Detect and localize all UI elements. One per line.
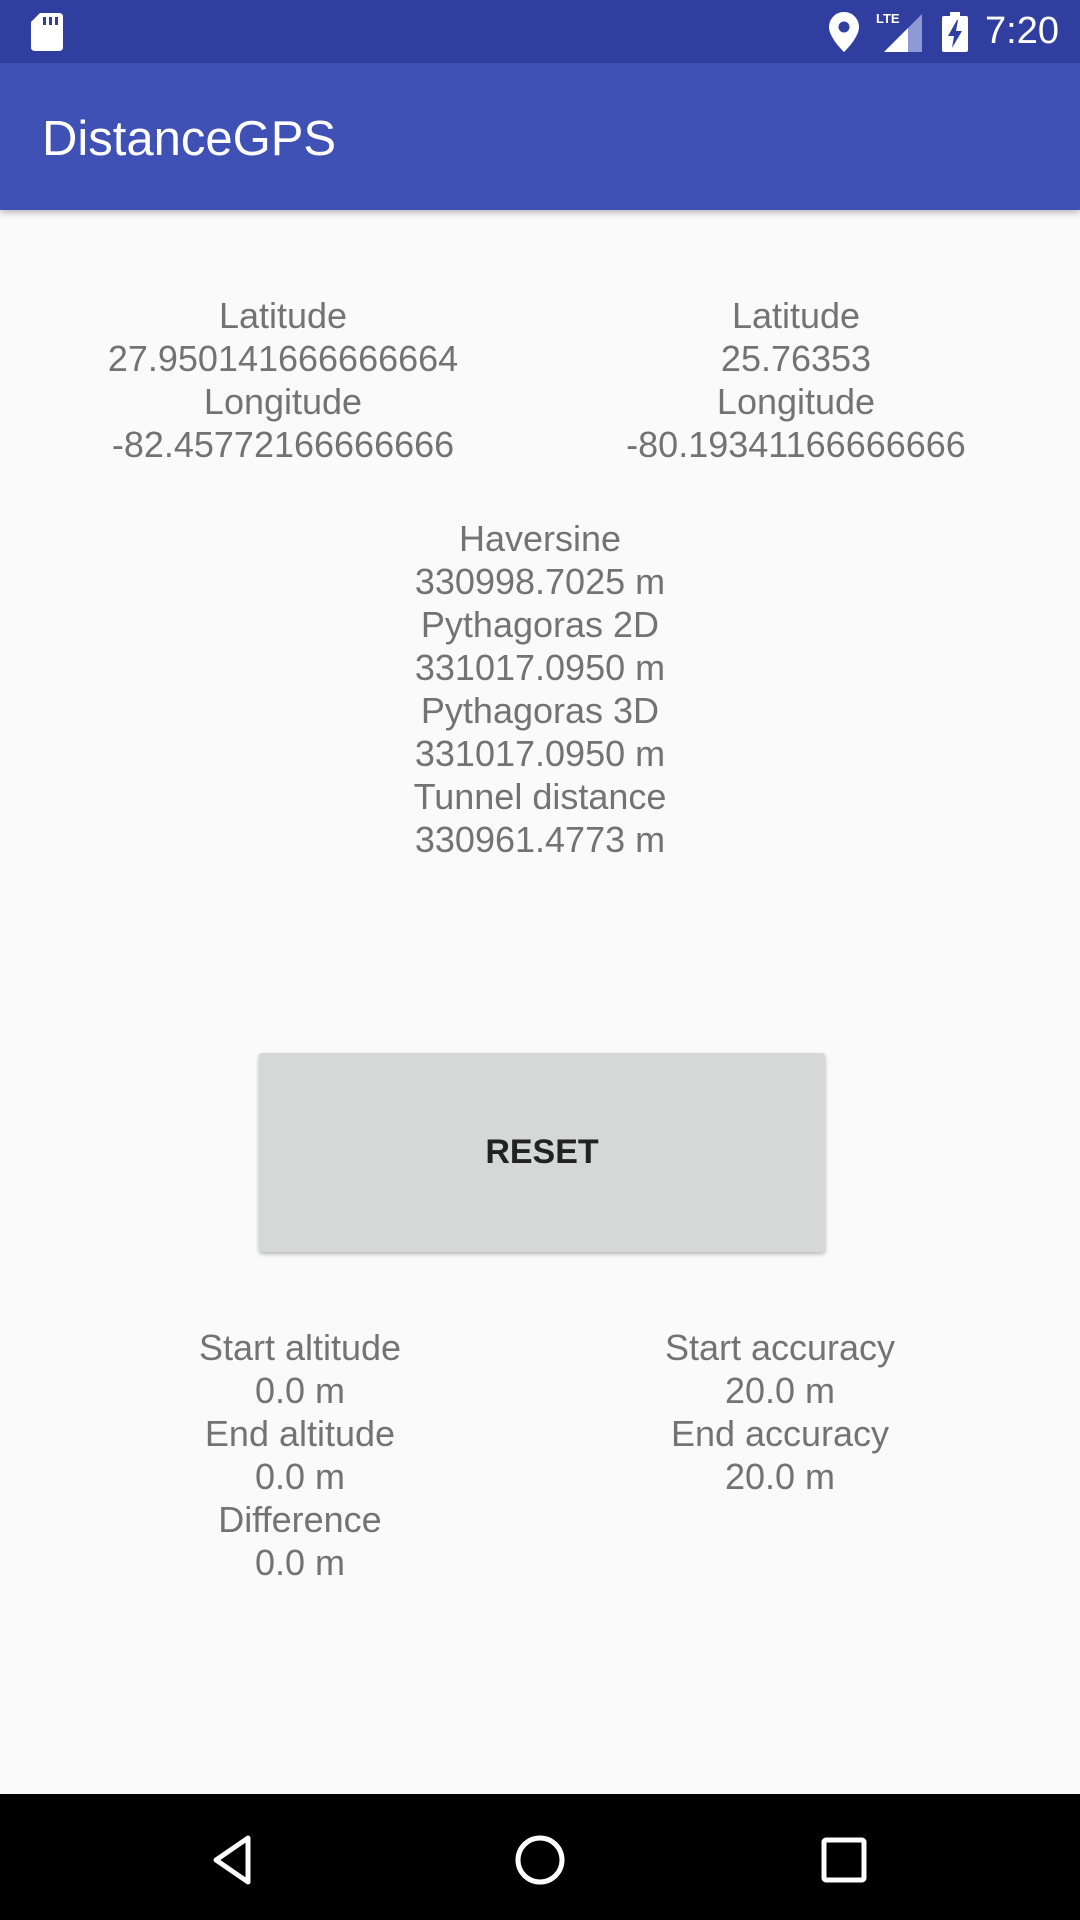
haversine-value: 330998.7025 m: [414, 561, 666, 602]
location-icon: [829, 12, 859, 52]
pythagoras-2d-label: Pythagoras 2D: [420, 604, 660, 645]
end-altitude-value: 0.0 m: [254, 1456, 346, 1497]
sd-card-icon: [31, 13, 63, 51]
app-title: DistanceGPS: [42, 112, 337, 166]
start-longitude-value: -82.45772166666666: [111, 424, 455, 465]
navigation-bar: [0, 1794, 1080, 1920]
end-accuracy-value: 20.0 m: [724, 1456, 836, 1497]
back-icon[interactable]: [206, 1830, 266, 1890]
end-accuracy-label: End accuracy: [670, 1413, 890, 1454]
end-coordinates: Latitude 25.76353 Longitude -80.19341166…: [592, 294, 1000, 466]
status-bar: LTE 7:20: [0, 0, 1080, 63]
home-icon[interactable]: [510, 1830, 570, 1890]
svg-text:LTE: LTE: [876, 11, 900, 26]
end-longitude-label: Longitude: [716, 381, 876, 422]
pythagoras-2d-value: 331017.0950 m: [414, 647, 666, 688]
status-clock: 7:20: [985, 10, 1059, 52]
start-accuracy-label: Start accuracy: [664, 1327, 896, 1368]
recents-icon[interactable]: [814, 1830, 874, 1890]
altitude-difference-value: 0.0 m: [254, 1542, 346, 1583]
tunnel-distance-label: Tunnel distance: [413, 776, 667, 817]
start-latitude-label: Latitude: [218, 295, 348, 336]
end-longitude-value: -80.19341166666666: [626, 424, 966, 465]
start-longitude-label: Longitude: [203, 381, 363, 422]
distance-results: Haversine 330998.7025 m Pythagoras 2D 33…: [340, 517, 740, 861]
end-latitude-value: 25.76353: [720, 338, 872, 379]
start-accuracy-value: 20.0 m: [724, 1370, 836, 1411]
tunnel-distance-value: 330961.4773 m: [414, 819, 666, 860]
battery-charging-icon: [942, 12, 968, 52]
app-bar: DistanceGPS: [0, 63, 1080, 210]
start-altitude-value: 0.0 m: [254, 1370, 346, 1411]
lte-signal-icon: LTE: [876, 11, 922, 52]
start-coordinates: Latitude 27.950141666666664 Longitude -8…: [80, 294, 486, 466]
pythagoras-3d-value: 331017.0950 m: [414, 733, 666, 774]
start-altitude-label: Start altitude: [198, 1327, 402, 1368]
haversine-label: Haversine: [458, 518, 622, 559]
accuracy-info: Start accuracy 20.0 m End accuracy 20.0 …: [620, 1326, 940, 1498]
start-latitude-value: 27.950141666666664: [107, 338, 459, 379]
reset-button[interactable]: RESET: [259, 1053, 825, 1252]
pythagoras-3d-label: Pythagoras 3D: [420, 690, 660, 731]
altitude-difference-label: Difference: [218, 1499, 382, 1540]
end-altitude-label: End altitude: [204, 1413, 396, 1454]
end-latitude-label: Latitude: [731, 295, 861, 336]
altitude-info: Start altitude 0.0 m End altitude 0.0 m …: [150, 1326, 450, 1584]
